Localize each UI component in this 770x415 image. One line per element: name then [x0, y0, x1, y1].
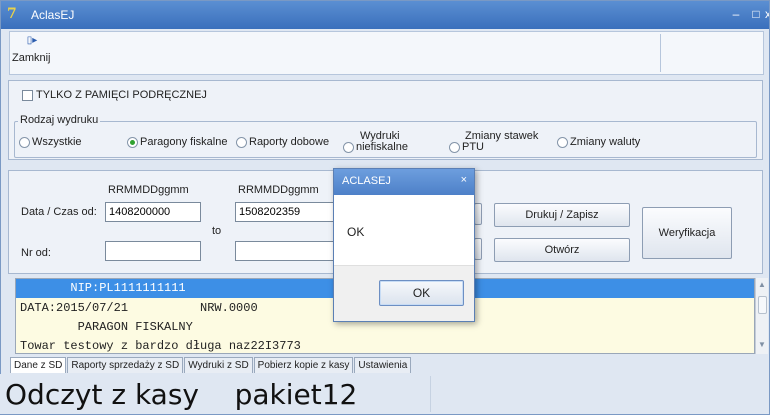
tab-sd-sales-reports[interactable]: Raporty sprzedaży z SD	[67, 357, 184, 373]
minimize-icon[interactable]: –	[729, 7, 743, 21]
date-from-label: Data / Czas od:	[21, 206, 97, 218]
tab-download-copies[interactable]: Pobierz kopie z kasy	[253, 357, 354, 373]
maximize-icon[interactable]: □	[749, 7, 763, 21]
radio-circle-selected[interactable]	[127, 136, 138, 148]
radio-circle[interactable]	[557, 136, 568, 148]
scroll-up-icon[interactable]: ▲	[758, 280, 766, 289]
dialog-message: OK	[347, 225, 365, 239]
dialog-title: ACLASEJ	[342, 175, 391, 187]
checkbox-box[interactable]	[22, 89, 33, 101]
toolbar: ▯▸ Zamknij	[9, 31, 764, 75]
status-divider	[430, 376, 431, 412]
date-to-input[interactable]	[235, 202, 335, 222]
dialog-title-bar: ACLASEJ ×	[334, 169, 474, 195]
radio-vat-rate-changes[interactable]: Zmiany stawek PTU	[449, 131, 538, 153]
hidden-button-2[interactable]	[474, 238, 482, 260]
radio-all-label: Wszystkie	[32, 136, 82, 148]
tab-sd-data[interactable]: Dane z SD	[10, 357, 67, 373]
close-window-icon[interactable]: x	[765, 7, 769, 21]
radio-circle[interactable]	[449, 141, 460, 153]
nr-to-input[interactable]	[235, 241, 335, 261]
cache-only-checkbox[interactable]: TYLKO Z PAMIĘCI PODRĘCZNEJ	[22, 89, 207, 101]
to-label: to	[212, 225, 222, 237]
app-logo-icon: 7	[7, 6, 17, 22]
window-title: AclasEJ	[31, 8, 75, 22]
ok-button[interactable]: OK	[379, 280, 464, 306]
nr-from-label: Nr od:	[21, 247, 51, 259]
dialog-close-icon[interactable]: ×	[461, 174, 467, 186]
radio-currency-changes-label: Zmiany waluty	[570, 136, 641, 148]
date-from-input[interactable]	[105, 202, 201, 222]
hidden-button-1[interactable]	[474, 203, 482, 225]
radio-fiscal-receipts-label: Paragony fiskalne	[140, 136, 228, 148]
scroll-thumb[interactable]	[758, 296, 767, 314]
radio-nonfiscal-label: Wydruki niefiskalne	[356, 130, 408, 153]
date-from-format-hint: RRMMDDggmm	[108, 184, 189, 196]
nr-from-input[interactable]	[105, 241, 201, 261]
radio-circle[interactable]	[236, 136, 247, 148]
toolbar-divider	[660, 34, 661, 72]
print-type-title: Rodzaj wydruku	[18, 114, 101, 126]
cache-only-label: TYLKO Z PAMIĘCI PODRĘCZNEJ	[36, 89, 207, 101]
print-save-button[interactable]: Drukuj / Zapisz	[494, 203, 630, 227]
radio-daily-reports[interactable]: Raporty dobowe	[236, 136, 329, 148]
tab-sd-prints[interactable]: Wydruki z SD	[184, 357, 253, 373]
printout-line: DATA:2015/07/21 NRW.0000	[20, 301, 258, 315]
message-dialog: ACLASEJ × OK OK	[333, 168, 475, 322]
scroll-down-icon[interactable]: ▼	[758, 340, 766, 349]
printout-line: PARAGON FISKALNY	[20, 320, 193, 334]
radio-vat-rate-label: Zmiany stawek PTU	[462, 130, 539, 153]
title-bar: 7 AclasEJ – □ x	[1, 1, 769, 29]
printout-line: NIP:PL1111111111	[20, 281, 186, 295]
tab-settings[interactable]: Ustawienia	[354, 357, 412, 373]
status-text: Odczyt z kasy pakiet12	[5, 378, 358, 411]
date-to-format-hint: RRMMDDggmm	[238, 184, 319, 196]
verify-button[interactable]: Weryfikacja	[642, 207, 732, 259]
radio-circle[interactable]	[343, 141, 354, 153]
radio-fiscal-receipts[interactable]: Paragony fiskalne	[127, 136, 227, 148]
close-button[interactable]: ▯▸ Zamknij	[12, 36, 52, 70]
radio-daily-reports-label: Raporty dobowe	[249, 136, 330, 148]
radio-all[interactable]: Wszystkie	[19, 136, 82, 148]
bottom-tabs: Dane z SD Raporty sprzedaży z SD Wydruki…	[10, 357, 412, 373]
open-button[interactable]: Otwórz	[494, 238, 630, 262]
radio-currency-changes[interactable]: Zmiany waluty	[557, 136, 640, 148]
printout-scrollbar[interactable]: ▲ ▼	[755, 278, 768, 354]
radio-nonfiscal-prints[interactable]: Wydruki niefiskalne	[343, 131, 408, 153]
exit-icon: ▯▸	[26, 35, 38, 46]
radio-circle[interactable]	[19, 136, 30, 148]
printout-line: Towar testowy z bardzo długa naz22I3773	[20, 339, 301, 353]
close-button-label: Zamknij	[12, 52, 51, 64]
